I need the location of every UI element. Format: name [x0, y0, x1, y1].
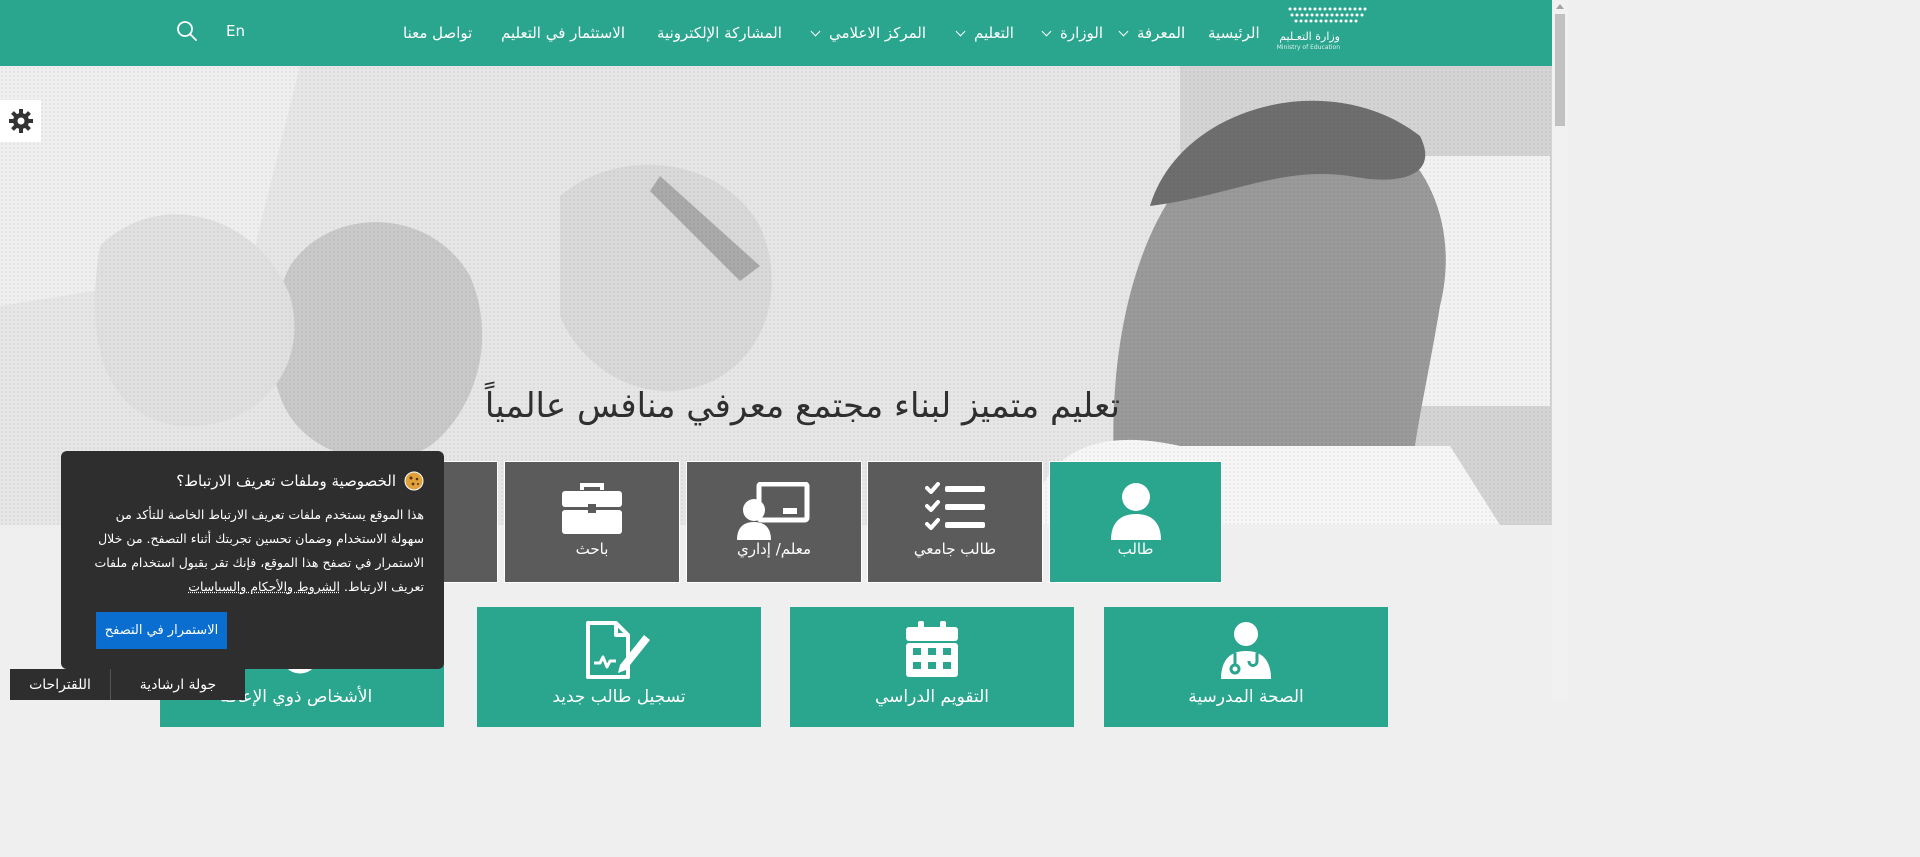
- nav-investment[interactable]: الاستثمار في التعليم: [501, 22, 625, 44]
- language-toggle[interactable]: En: [226, 22, 245, 40]
- gear-icon: [8, 109, 33, 133]
- hero-title: تعليم متميز لبناء مجتمع معرفي منافس عالم…: [484, 386, 1120, 426]
- nav-contact-label: تواصل معنا: [403, 24, 473, 42]
- service-label: التقويم الدراسي: [874, 687, 990, 707]
- scroll-up-arrow-icon[interactable]: [1556, 4, 1564, 9]
- nav-home[interactable]: الرئيسية: [1208, 22, 1260, 44]
- nav-contact[interactable]: تواصل معنا: [403, 22, 472, 44]
- chevron-down-icon: [955, 26, 966, 36]
- bottom-divider: [110, 669, 111, 700]
- nav-e-participation[interactable]: المشاركة الإلكترونية: [657, 22, 782, 44]
- doctor-icon: [1221, 622, 1271, 679]
- chevron-down-icon: [810, 26, 821, 36]
- cookie-title-row: الخصوصية وملفات تعريف الارتباط؟: [176, 471, 424, 491]
- cookie-title: الخصوصية وملفات تعريف الارتباط؟: [176, 472, 396, 490]
- role-card-researcher[interactable]: باحث: [504, 461, 680, 583]
- service-card-academic-calendar[interactable]: التقويم الدراسي: [790, 607, 1074, 727]
- accessibility-settings-button[interactable]: [0, 100, 41, 142]
- role-label: معلم/ إداري: [736, 540, 812, 558]
- cookie-consent-popup: الخصوصية وملفات تعريف الارتباط؟ هذا المو…: [61, 451, 444, 669]
- teacher-board-icon: [737, 482, 810, 540]
- top-header: وزارة التعـليم Ministry of Education الر…: [0, 0, 1552, 66]
- terms-policies-link[interactable]: الشروط والأحكام والسياسات: [188, 579, 340, 594]
- service-label: الصحة المدرسية: [1188, 687, 1304, 707]
- logo-dots-icon: [1288, 7, 1367, 23]
- role-label: باحث: [575, 540, 609, 558]
- nav-education[interactable]: التعليم: [955, 22, 1014, 44]
- nav-education-label: التعليم: [974, 24, 1014, 42]
- chevron-down-icon: [1118, 26, 1129, 36]
- page-scrollbar[interactable]: [1552, 0, 1568, 700]
- checklist-icon: [925, 482, 985, 530]
- continue-browsing-button[interactable]: الاستمرار في التصفح: [96, 612, 227, 649]
- chevron-down-icon: [1041, 26, 1052, 36]
- document-pen-icon: [586, 621, 650, 679]
- nav-home-label: الرئيسية: [1208, 24, 1260, 42]
- nav-e-participation-label: المشاركة الإلكترونية: [657, 24, 782, 42]
- user-icon: [1110, 483, 1161, 540]
- role-label: طالب جامعي: [913, 540, 997, 558]
- nav-media-center-label: المركز الاعلامي: [829, 24, 927, 42]
- service-card-school-health[interactable]: الصحة المدرسية: [1104, 607, 1388, 727]
- guided-tour-button[interactable]: جولة ارشادية: [111, 669, 245, 700]
- suggestions-button[interactable]: اللقتراحات: [10, 669, 110, 700]
- nav-knowledge-label: المعرفة: [1137, 24, 1186, 42]
- logo-english-text: Ministry of Education: [1276, 44, 1340, 51]
- service-card-new-student-registration[interactable]: تسجيل طالب جديد: [477, 607, 761, 727]
- ministry-logo[interactable]: وزارة التعـليم Ministry of Education: [1276, 5, 1370, 53]
- scrollbar-thumb[interactable]: [1555, 14, 1565, 126]
- service-label: تسجيل طالب جديد: [552, 687, 686, 707]
- nav-ministry-label: الوزارة: [1060, 24, 1104, 42]
- cookie-message: هذا الموقع يستخدم ملفات تعريف الارتباط ا…: [84, 503, 424, 599]
- role-card-student[interactable]: طالب: [1049, 461, 1222, 583]
- nav-knowledge[interactable]: المعرفة: [1118, 22, 1186, 44]
- nav-investment-label: الاستثمار في التعليم: [501, 24, 626, 42]
- nav-ministry[interactable]: الوزارة: [1041, 22, 1104, 44]
- calendar-icon: [906, 621, 958, 677]
- briefcase-icon: [562, 483, 622, 534]
- role-card-university-student[interactable]: طالب جامعي: [867, 461, 1043, 583]
- search-icon[interactable]: [174, 18, 200, 44]
- logo-arabic-text: وزارة التعـليم: [1279, 30, 1340, 43]
- cookie-icon: [404, 471, 424, 491]
- role-card-teacher-admin[interactable]: معلم/ إداري: [686, 461, 862, 583]
- nav-media-center[interactable]: المركز الاعلامي: [810, 22, 927, 44]
- role-label: طالب: [1117, 540, 1154, 558]
